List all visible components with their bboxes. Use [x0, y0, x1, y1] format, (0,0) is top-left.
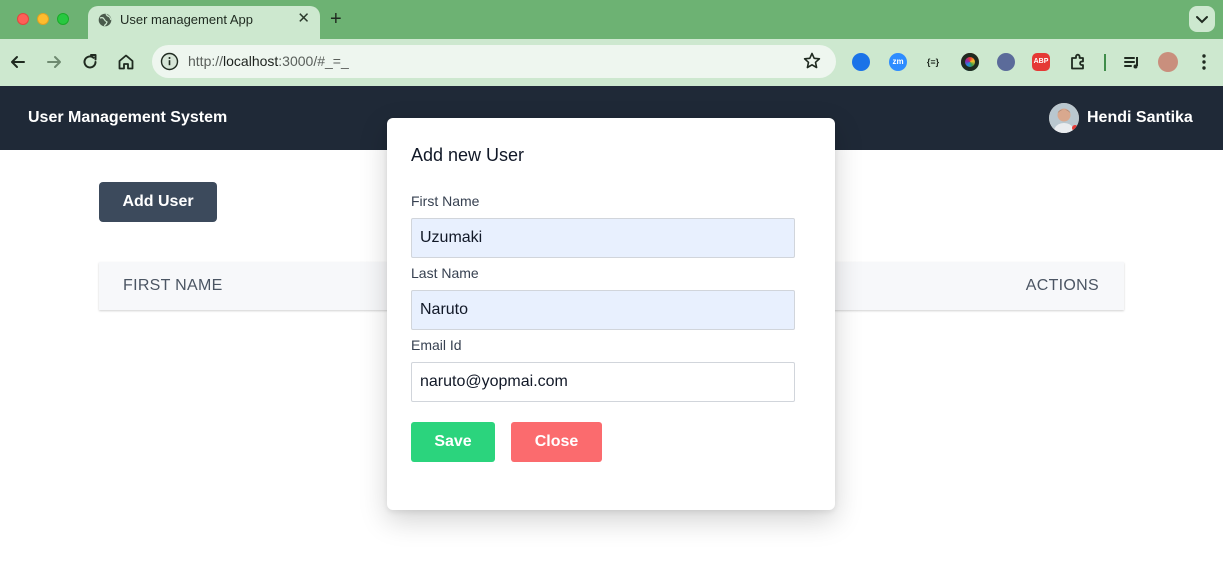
browser-tab-active[interactable]: User management App ✕: [88, 6, 320, 39]
tab-title: User management App: [120, 12, 253, 27]
browser-toolbar: http://localhost:3000/#_=_ zm {≡} ABP: [0, 39, 1223, 86]
browser-tab-bar: User management App ✕ +: [0, 0, 1223, 39]
user-photo-icon: [1049, 103, 1079, 133]
email-label: Email Id: [411, 337, 462, 353]
last-name-input[interactable]: [411, 290, 795, 330]
toolbar-divider: [1104, 54, 1106, 71]
tab-search-button[interactable]: [1189, 6, 1215, 32]
kebab-menu-icon[interactable]: [1194, 52, 1214, 72]
avatar[interactable]: [1049, 103, 1079, 133]
ghost-extension-icon[interactable]: [997, 53, 1015, 71]
add-user-modal: Add new User First Name Last Name Email …: [387, 118, 835, 510]
home-icon[interactable]: [116, 52, 136, 72]
site-info-icon[interactable]: [160, 52, 179, 71]
save-button[interactable]: Save: [411, 422, 495, 462]
address-bar[interactable]: http://localhost:3000/#_=_: [152, 45, 836, 78]
app-title: User Management System: [28, 109, 228, 126]
globe-icon: [98, 13, 112, 27]
media-queue-icon[interactable]: [1122, 52, 1142, 72]
json-extension-icon[interactable]: {≡}: [924, 53, 942, 71]
modal-title: Add new User: [411, 145, 525, 165]
first-name-input[interactable]: [411, 218, 795, 258]
profile-avatar-icon[interactable]: [1158, 52, 1178, 72]
bookmark-star-icon[interactable]: [802, 51, 822, 71]
add-user-button[interactable]: Add User: [99, 182, 217, 222]
window-maximize-button[interactable]: [57, 13, 69, 25]
window-minimize-button[interactable]: [37, 13, 49, 25]
close-button[interactable]: Close: [511, 422, 602, 462]
tab-close-icon[interactable]: ✕: [297, 10, 310, 28]
first-name-label: First Name: [411, 193, 480, 209]
forward-arrow-icon[interactable]: [44, 52, 64, 72]
puzzle-extensions-icon[interactable]: [1068, 52, 1088, 72]
color-picker-extension-icon[interactable]: [961, 53, 979, 71]
new-tab-button[interactable]: +: [330, 8, 342, 30]
window-close-button[interactable]: [17, 13, 29, 25]
user-name[interactable]: Hendi Santika: [1087, 109, 1193, 127]
email-input[interactable]: [411, 362, 795, 402]
zoom-extension-icon[interactable]: zm: [889, 53, 907, 71]
column-header-actions: ACTIONS: [1025, 277, 1099, 294]
sync-extension-icon[interactable]: [852, 53, 870, 71]
url-text: http://localhost:3000/#_=_: [188, 53, 349, 69]
chevron-down-icon: [1196, 16, 1208, 24]
column-header-first-name: FIRST NAME: [123, 277, 223, 294]
adblock-extension-icon[interactable]: ABP: [1032, 53, 1050, 71]
back-arrow-icon[interactable]: [8, 52, 28, 72]
last-name-label: Last Name: [411, 265, 479, 281]
reload-icon[interactable]: [80, 52, 100, 72]
